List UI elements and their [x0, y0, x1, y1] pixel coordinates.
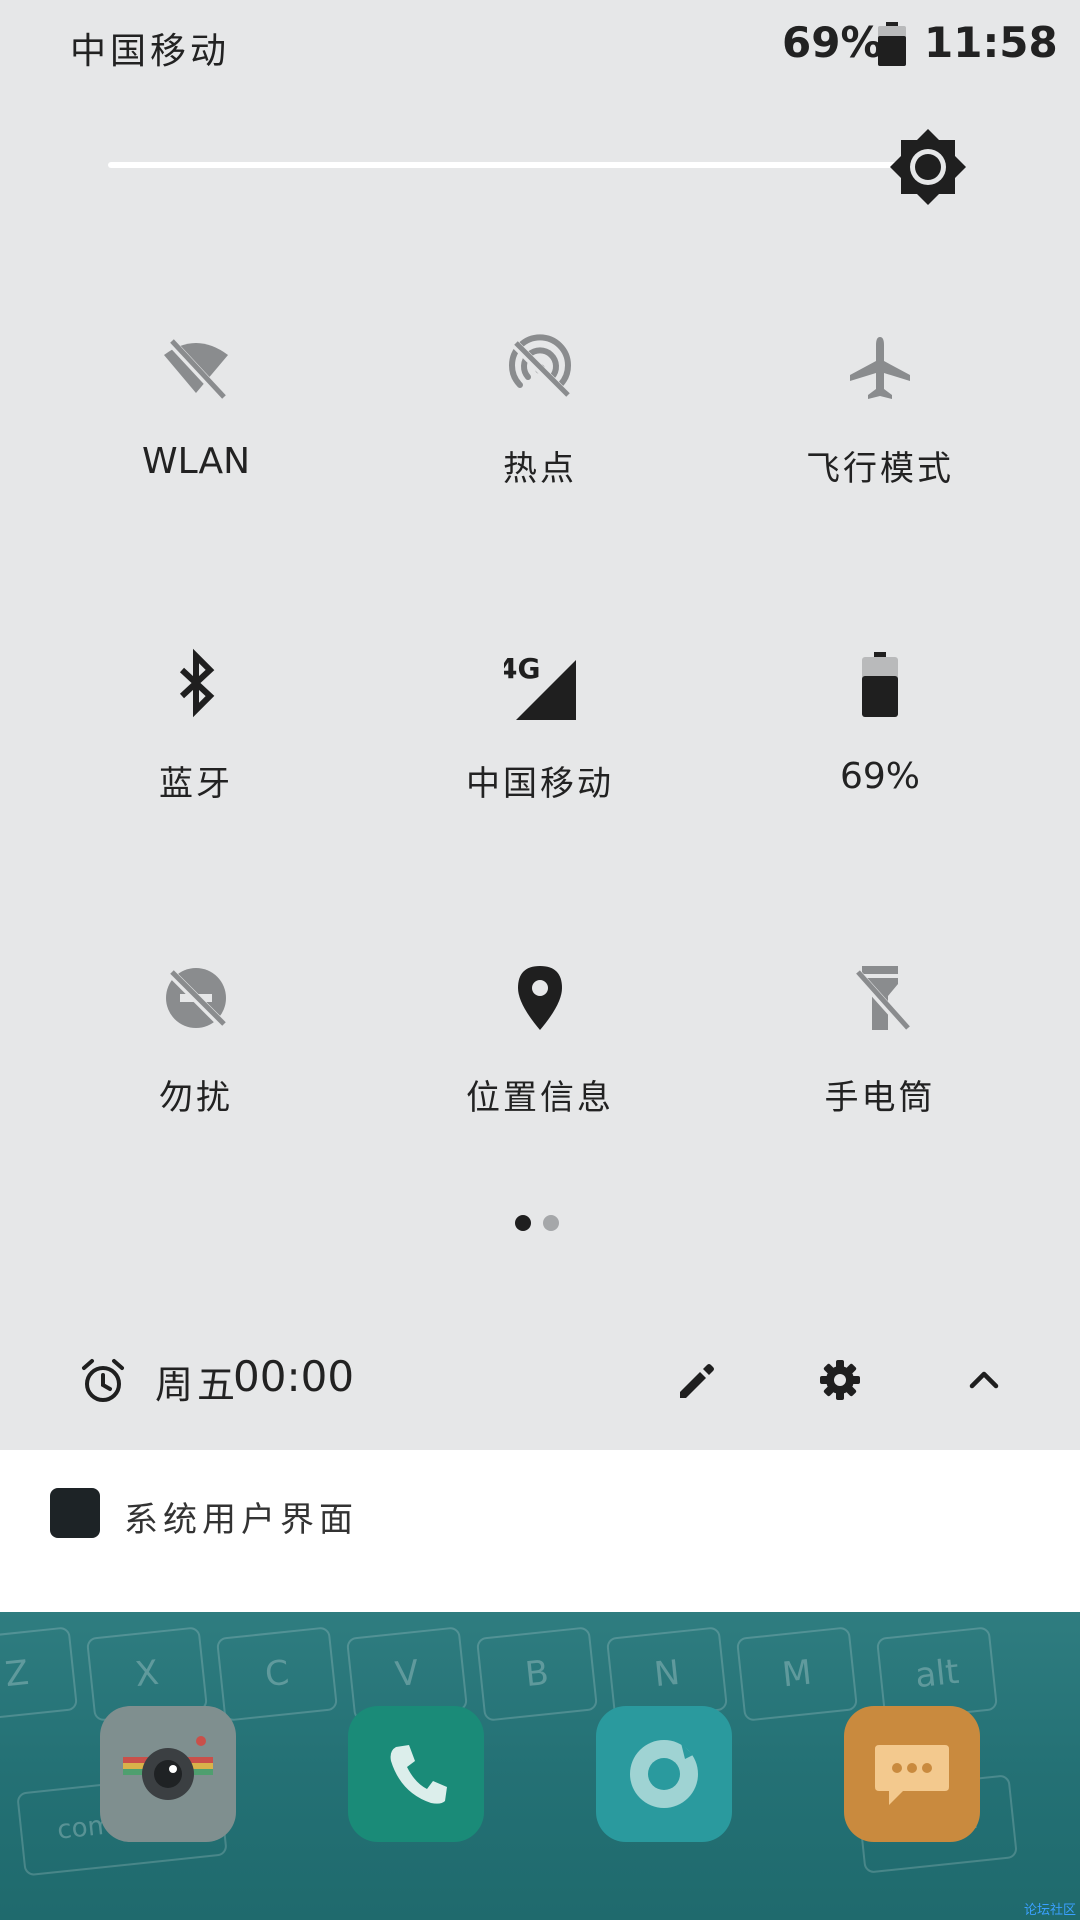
brightness-track[interactable] [108, 162, 900, 168]
keyboard-key: C [215, 1626, 339, 1722]
tile-label: 手电筒 [824, 1078, 936, 1118]
dnd-off-icon [160, 962, 232, 1034]
brightness-slider[interactable] [108, 129, 968, 205]
battery-icon [878, 22, 906, 66]
wifi-off-icon [160, 333, 232, 405]
tile-location[interactable]: 位置信息 [384, 962, 684, 1162]
collapse-icon [969, 1371, 999, 1389]
tile-label: 位置信息 [466, 1078, 614, 1118]
hotspot-off-icon [504, 333, 576, 405]
phone-app-icon[interactable] [348, 1706, 484, 1842]
4g-signal-icon: 4G [504, 648, 576, 720]
edit-icon [680, 1364, 714, 1398]
next-alarm-day[interactable]: 周五 [155, 1354, 239, 1409]
tile-label: 中国移动 [466, 764, 614, 804]
quick-settings-footer: 周五 00:00 [0, 1310, 1080, 1450]
next-alarm-time[interactable]: 00:00 [233, 1352, 354, 1401]
alarm-icon [82, 1359, 124, 1402]
system-ui-app-icon [50, 1488, 100, 1538]
settings-button[interactable] [816, 1356, 864, 1404]
airplane-icon [844, 333, 916, 405]
tile-label: 69% [839, 756, 920, 797]
battery-percent: 69% [782, 18, 883, 67]
tile-mobile-data[interactable]: 4G 中国移动 [384, 648, 684, 848]
battery-icon [844, 648, 916, 720]
notification-app-name: 系统用户界面 [124, 1500, 358, 1540]
clock: 11:58 [924, 18, 1058, 67]
carrier-name: 中国移动 [70, 31, 231, 72]
keyboard-key: Z [0, 1626, 79, 1722]
tile-airplane-mode[interactable]: 飞行模式 [724, 333, 1024, 533]
page-indicator [515, 1215, 565, 1233]
tile-label: WLAN [141, 441, 251, 482]
tile-bluetooth[interactable]: 蓝牙 [40, 648, 340, 848]
tile-battery[interactable]: 69% [724, 648, 1024, 848]
status-bar: 中国移动 69% 11:58 [0, 0, 1080, 90]
music-app-icon[interactable] [596, 1706, 732, 1842]
tile-label: 飞行模式 [806, 449, 954, 489]
quick-settings-panel: 中国移动 69% 11:58 WLAN 热点 飞行模式 蓝牙 4G 中国移动 6… [0, 0, 1080, 1450]
tile-flashlight[interactable]: 手电筒 [724, 962, 1024, 1162]
page-dot[interactable] [543, 1215, 559, 1231]
tile-label: 勿扰 [159, 1078, 233, 1118]
settings-icon [820, 1360, 860, 1400]
tile-hotspot[interactable]: 热点 [384, 333, 684, 533]
home-dock-background: Z X C V B N M alt command option [0, 1612, 1080, 1920]
tile-label: 热点 [503, 449, 577, 489]
bluetooth-icon [160, 648, 232, 720]
tile-wlan[interactable]: WLAN [40, 333, 340, 533]
edit-button[interactable] [672, 1356, 720, 1404]
notification-card[interactable]: 系统用户界面 [0, 1450, 1080, 1612]
collapse-button[interactable] [960, 1356, 1008, 1404]
page-dot-active[interactable] [515, 1215, 531, 1231]
tile-label: 蓝牙 [159, 764, 233, 804]
network-type-badge: 4G [504, 652, 540, 685]
location-pin-icon [504, 962, 576, 1034]
tile-do-not-disturb[interactable]: 勿扰 [40, 962, 340, 1162]
camera-app-icon[interactable] [100, 1706, 236, 1842]
flashlight-off-icon [844, 962, 916, 1034]
messages-app-icon[interactable] [844, 1706, 980, 1842]
keyboard-key: M [735, 1626, 859, 1722]
watermark: 论坛社区 [1023, 1903, 1076, 1918]
keyboard-key: B [475, 1626, 599, 1722]
brightness-icon[interactable] [888, 127, 968, 207]
